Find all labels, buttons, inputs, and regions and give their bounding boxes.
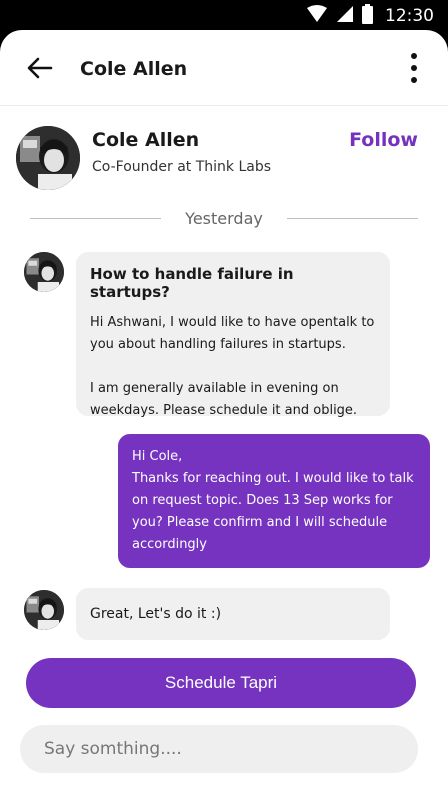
message-bubble[interactable]: Hi Cole, Thanks for reaching out. I woul… — [118, 434, 430, 568]
status-time: 12:30 — [385, 6, 434, 26]
arrow-left-icon — [27, 57, 53, 83]
divider-line — [286, 217, 419, 219]
app-bar: Cole Allen — [0, 30, 448, 106]
profile-name: Cole Allen — [92, 129, 200, 151]
message-composer — [20, 725, 418, 773]
date-divider: Yesterday — [30, 206, 419, 230]
cellular-signal-icon — [336, 5, 354, 27]
message-text: Great, Let's do it :) — [90, 606, 222, 622]
profile-role: Co-Founder at Think Labs — [92, 159, 272, 175]
sender-avatar[interactable] — [24, 252, 64, 292]
back-button[interactable] — [24, 54, 56, 86]
sender-avatar[interactable] — [24, 590, 64, 630]
follow-button[interactable]: Follow — [349, 129, 418, 151]
more-vertical-icon-dot — [411, 65, 417, 71]
date-label: Yesterday — [185, 208, 263, 228]
wifi-icon — [306, 5, 328, 27]
more-options-button[interactable] — [400, 48, 428, 88]
message-input[interactable] — [20, 725, 418, 773]
status-icons: 12:30 — [306, 4, 434, 28]
status-bar: 12:30 — [0, 0, 448, 32]
message-title: How to handle failure in startups? — [90, 265, 294, 301]
more-vertical-icon-dot — [411, 77, 417, 83]
chat-screen: Cole Allen Cole Allen Co-Founder at Thin… — [0, 30, 448, 800]
message-text: Hi Cole, — [132, 449, 183, 464]
message-text: I am generally available in evening on w… — [90, 381, 358, 418]
battery-icon — [362, 4, 373, 28]
message-bubble[interactable]: Great, Let's do it :) — [76, 588, 390, 640]
message-text: Hi Ashwani, I would like to have opental… — [90, 315, 375, 352]
avatar[interactable] — [16, 126, 80, 190]
app-bar-title: Cole Allen — [80, 58, 188, 80]
divider-line — [30, 217, 162, 219]
message-bubble[interactable]: How to handle failure in startups? Hi As… — [76, 252, 390, 418]
schedule-tapri-button[interactable]: Schedule Tapri — [26, 658, 416, 708]
more-vertical-icon-dot — [411, 53, 417, 59]
profile-header: Cole Allen Co-Founder at Think Labs Foll… — [0, 124, 448, 194]
message-text: Thanks for reaching out. I would like to… — [132, 471, 414, 552]
